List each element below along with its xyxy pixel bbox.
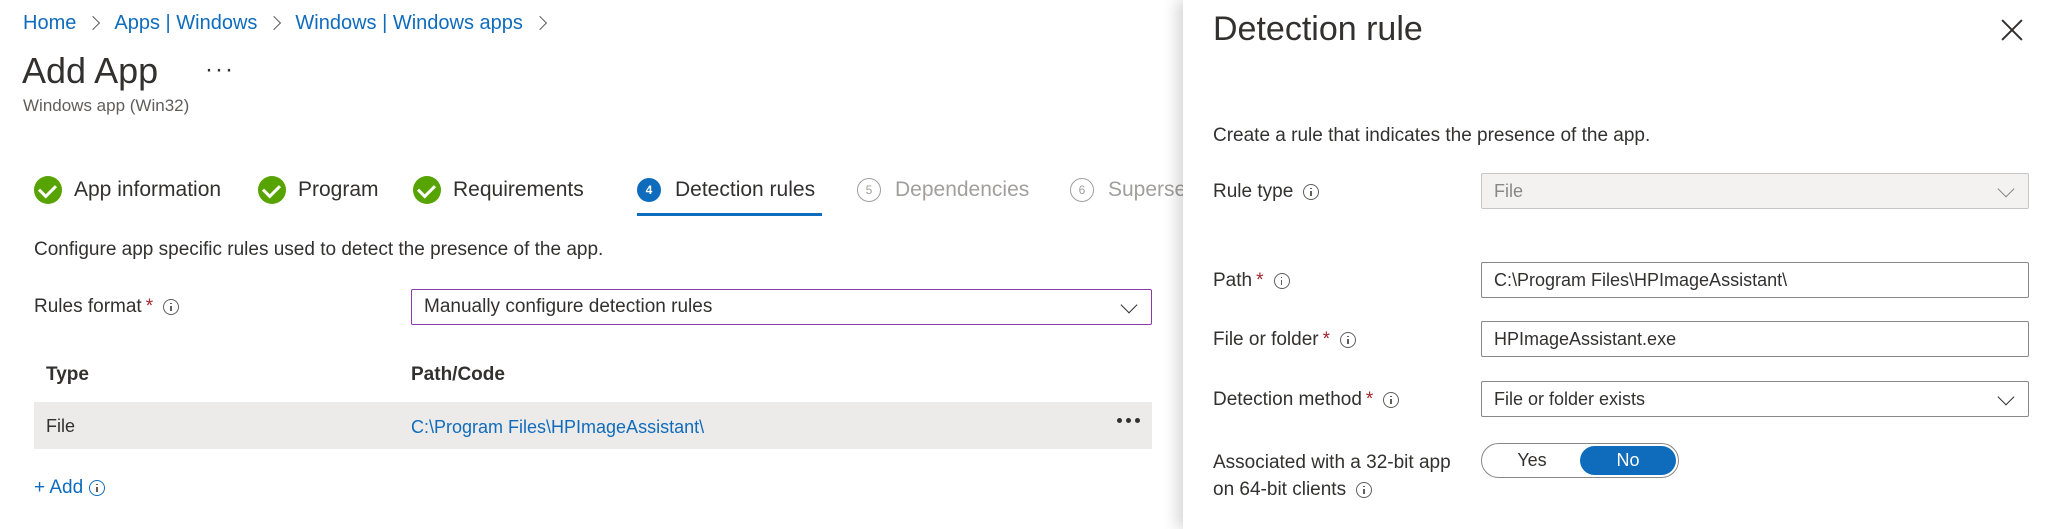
step-number-badge: 6 [1070,178,1094,202]
info-icon[interactable] [1356,481,1373,498]
more-options-button[interactable]: ··· [205,56,235,84]
rules-format-label: Rules format * [34,296,180,318]
chevron-right-icon [86,15,101,31]
row-type-cell: File [46,416,76,436]
label-text: on 64-bit clients [1213,479,1347,500]
active-tab-indicator [637,213,822,216]
panel-description: Create a rule that indicates the presenc… [1213,125,1651,146]
label-text: Path [1213,270,1253,291]
detection-rule-panel: Detection rule Create a rule that indica… [1183,0,2055,529]
tab-label: Requirements [453,178,584,201]
step-number-badge: 4 [637,178,661,202]
checkmark-circle-icon [413,176,441,204]
chevron-down-icon [1120,296,1138,314]
add-rule-link[interactable]: + Add [34,477,106,499]
chevron-down-icon [1997,388,2015,406]
chevron-right-icon [532,15,547,31]
breadcrumb-home-link[interactable]: Home [23,12,76,35]
rule-type-label: Rule type [1213,181,1320,203]
toggle-no-option[interactable]: No [1580,446,1676,475]
info-icon[interactable] [89,479,106,496]
required-asterisk: * [1365,389,1374,410]
label-text: Rule type [1213,181,1294,202]
chevron-right-icon [267,15,282,31]
tab-label: Dependencies [895,178,1030,201]
tab-detection-rules[interactable]: 4 Detection rules [637,173,815,207]
detection-method-label: Detection method * [1213,389,1400,411]
label-text: Detection method [1213,389,1362,410]
row-path-link[interactable]: C:\Program Files\HPImageAssistant\ [411,417,704,438]
info-icon[interactable] [1273,272,1290,289]
input-value: HPImageAssistant.exe [1494,328,1677,349]
required-asterisk: * [145,296,154,317]
info-icon[interactable] [1303,183,1320,200]
add-label: + Add [34,477,84,498]
tab-dependencies[interactable]: 5 Dependencies [857,173,1029,207]
info-icon[interactable] [163,298,180,315]
path-label: Path * [1213,270,1290,292]
associated-32bit-label: Associated with a 32-bit app on 64-bit c… [1213,449,1451,503]
column-header-path-code: Path/Code [411,364,505,385]
breadcrumb: Home Apps | Windows Windows | Windows ap… [23,10,561,36]
associated-32bit-toggle: Yes No [1481,443,1679,478]
dropdown-value: File or folder exists [1494,388,1646,409]
info-icon[interactable] [1383,391,1400,408]
tab-label: App information [74,178,222,201]
label-line-2: on 64-bit clients [1213,476,1451,503]
step-number-badge: 5 [857,178,881,202]
breadcrumb-apps-windows-link[interactable]: Apps | Windows [114,12,257,35]
label-text: File or folder [1213,329,1319,350]
tab-requirements[interactable]: Requirements [413,173,584,207]
label-text: Rules format [34,296,142,317]
column-header-type: Type [46,364,89,385]
tab-program[interactable]: Program [258,173,379,207]
table-row[interactable]: File C:\Program Files\HPImageAssistant\ [34,402,1152,449]
info-icon[interactable] [1340,331,1357,348]
page-title: Add App [22,50,159,91]
label-line: Associated with a 32-bit app [1213,452,1451,473]
dropdown-value: File [1494,180,1524,201]
toggle-yes-option[interactable]: Yes [1484,446,1580,475]
input-value: C:\Program Files\HPImageAssistant\ [1494,269,1788,290]
tab-app-information[interactable]: App information [34,173,221,207]
file-or-folder-label: File or folder * [1213,329,1357,351]
required-asterisk: * [1322,329,1331,350]
rules-format-dropdown[interactable]: Manually configure detection rules [411,289,1152,325]
row-more-options-icon[interactable] [1117,418,1140,423]
breadcrumb-windows-apps-link[interactable]: Windows | Windows apps [295,12,523,35]
chevron-down-icon [1997,180,2015,198]
page-subtitle: Windows app (Win32) [23,96,190,115]
close-icon[interactable] [2000,18,2024,42]
detection-rules-description: Configure app specific rules used to det… [34,239,604,260]
panel-title: Detection rule [1213,10,1423,48]
detection-method-dropdown[interactable]: File or folder exists [1481,381,2029,417]
path-input[interactable]: C:\Program Files\HPImageAssistant\ [1481,262,2029,298]
tab-supersedence[interactable]: 6 Superse [1070,173,1186,207]
checkmark-circle-icon [258,176,286,204]
dropdown-value: Manually configure detection rules [424,296,713,317]
checkmark-circle-icon [34,176,62,204]
tab-label: Superse [1108,178,1187,201]
tab-label: Detection rules [675,178,816,201]
rule-type-dropdown[interactable]: File [1481,173,2029,209]
file-or-folder-input[interactable]: HPImageAssistant.exe [1481,321,2029,357]
required-asterisk: * [1256,270,1264,291]
tab-label: Program [298,178,379,201]
